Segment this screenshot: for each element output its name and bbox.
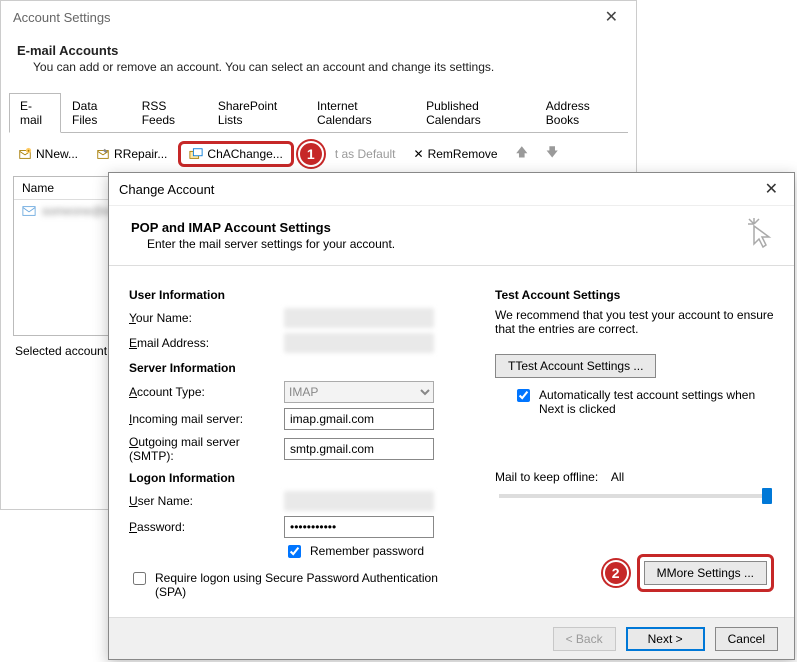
change-account-title: Change Account	[119, 182, 214, 197]
outgoing-server-field[interactable]	[284, 438, 434, 460]
dialog-heading: POP and IMAP Account Settings	[131, 220, 395, 235]
cancel-button[interactable]: Cancel	[715, 627, 778, 651]
test-desc: We recommend that you test your account …	[495, 308, 774, 336]
mail-offline-value: All	[611, 470, 624, 484]
email-field[interactable]	[284, 333, 434, 353]
section-user-info: User Information	[129, 288, 479, 302]
account-settings-title: Account Settings	[13, 10, 111, 25]
remove-icon: ✕	[414, 147, 424, 161]
incoming-server-field[interactable]	[284, 408, 434, 430]
account-type-select: IMAP	[284, 381, 434, 403]
label-username: User Name:	[129, 494, 284, 508]
change-account-button[interactable]: ChAChange...	[178, 141, 293, 167]
username-field[interactable]	[284, 491, 434, 511]
tab-rss[interactable]: RSS Feeds	[131, 93, 207, 133]
svg-text:✦: ✦	[27, 148, 31, 153]
tab-data-files[interactable]: Data Files	[61, 93, 131, 133]
email-accounts-desc: You can add or remove an account. You ca…	[33, 60, 620, 74]
step-2-badge: 2	[603, 560, 629, 586]
change-account-dialog: Change Account ✕ POP and IMAP Account Se…	[108, 172, 795, 660]
section-server-info: Server Information	[129, 361, 479, 375]
step-1-badge: 1	[298, 141, 324, 167]
remember-password-label: Remember password	[310, 544, 424, 558]
move-down-button[interactable]: 🡇	[539, 139, 565, 168]
label-email: Email Address:	[129, 336, 284, 350]
mail-icon	[22, 204, 36, 218]
auto-test-checkbox[interactable]	[517, 389, 530, 402]
settings-tabs: E-mail Data Files RSS Feeds SharePoint L…	[9, 92, 628, 133]
email-accounts-heading: E-mail Accounts	[17, 43, 620, 58]
arrow-up-icon: 🡅	[516, 143, 528, 164]
close-icon[interactable]: ✕	[759, 179, 784, 199]
mail-offline-slider[interactable]	[499, 494, 770, 498]
repair-icon	[96, 147, 110, 161]
set-default-button[interactable]: t as Default	[328, 143, 403, 165]
cursor-click-icon	[740, 214, 776, 250]
test-account-button[interactable]: TTest Account Settings ...	[495, 354, 656, 378]
section-test: Test Account Settings	[495, 288, 774, 302]
tab-address-books[interactable]: Address Books	[535, 93, 628, 133]
repair-account-button[interactable]: RRepair...	[89, 143, 174, 165]
tab-email[interactable]: E-mail	[9, 93, 61, 133]
label-your-name: Your Name:	[129, 311, 284, 325]
wizard-footer: < Back Next > Cancel	[109, 617, 794, 659]
label-outgoing: Outgoing mail server (SMTP):	[129, 435, 284, 463]
new-account-button[interactable]: ✦ NNew...	[11, 143, 85, 165]
section-logon-info: Logon Information	[129, 471, 479, 485]
tab-sharepoint[interactable]: SharePoint Lists	[207, 93, 306, 133]
tab-published-cal[interactable]: Published Calendars	[415, 93, 535, 133]
remember-password-checkbox[interactable]	[288, 545, 301, 558]
your-name-field[interactable]	[284, 308, 434, 328]
tab-internet-cal[interactable]: Internet Calendars	[306, 93, 415, 133]
mail-offline-label: Mail to keep offline:	[495, 470, 598, 484]
change-icon	[189, 147, 203, 161]
new-icon: ✦	[18, 147, 32, 161]
close-icon[interactable]: ✕	[599, 7, 624, 27]
more-settings-button[interactable]: MMore Settings ...	[644, 561, 767, 585]
accounts-toolbar: ✦ NNew... RRepair... ChAChange... 1 t as…	[1, 133, 636, 174]
label-password: Password:	[129, 520, 284, 534]
next-button[interactable]: Next >	[626, 627, 705, 651]
move-up-button[interactable]: 🡅	[509, 139, 535, 168]
dialog-subheading: Enter the mail server settings for your …	[147, 237, 395, 251]
label-incoming: Incoming mail server:	[129, 412, 284, 426]
slider-thumb[interactable]	[762, 488, 772, 504]
label-account-type: Account Type:	[129, 385, 284, 399]
remove-account-button[interactable]: ✕ RemRemove	[407, 143, 505, 165]
password-field[interactable]	[284, 516, 434, 538]
back-button: < Back	[553, 627, 616, 651]
auto-test-label: Automatically test account settings when…	[539, 388, 774, 416]
spa-label: Require logon using Secure Password Auth…	[155, 571, 438, 599]
arrow-down-icon: 🡇	[546, 143, 558, 164]
spa-checkbox[interactable]	[133, 572, 146, 585]
